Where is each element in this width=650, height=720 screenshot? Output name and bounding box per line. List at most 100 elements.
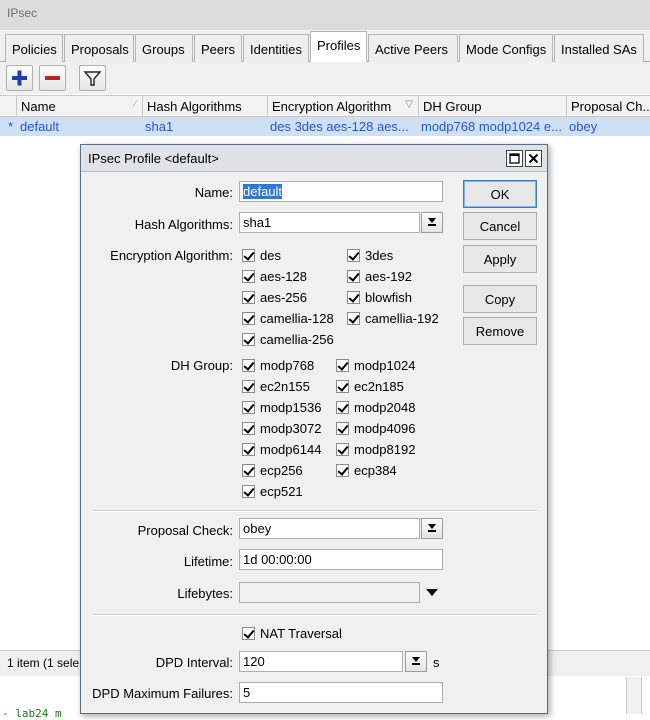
tab-peers[interactable]: Peers (194, 34, 242, 62)
check-icon (242, 443, 255, 456)
row-dh-group: modp768 modp1024 e... (421, 119, 562, 134)
name-label: Name: (194, 185, 233, 200)
check-icon (347, 249, 360, 262)
dpd-interval-value: 120 (243, 654, 265, 669)
hash-algorithms-select[interactable]: sha1 (239, 212, 420, 233)
proposal-check-value: obey (243, 521, 272, 536)
toolbar (0, 62, 650, 94)
check-icon (242, 422, 255, 435)
default-marker: * (8, 119, 14, 134)
chevron-down-icon (428, 524, 436, 529)
table-header: Name ⁄ Hash Algorithms Encryption Algori… (0, 95, 650, 117)
hash-dropdown-button[interactable] (421, 212, 443, 233)
row-name: default (20, 119, 60, 134)
add-button[interactable] (6, 65, 33, 91)
minus-icon (45, 76, 60, 80)
column-proposal-check[interactable]: Proposal Ch... (566, 96, 650, 117)
tab-installed-sas[interactable]: Installed SAs (554, 34, 644, 62)
proposal-check-select[interactable]: obey (239, 518, 420, 539)
dpd-interval-dropdown-button[interactable] (405, 651, 427, 672)
check-icon (242, 627, 255, 640)
tab-proposals[interactable]: Proposals (64, 34, 134, 62)
column-dh-group[interactable]: DH Group (418, 96, 566, 117)
row-hash: sha1 (145, 119, 174, 134)
copy-button[interactable]: Copy (463, 285, 537, 313)
dialog-title: IPsec Profile <default> (88, 151, 219, 166)
table-row[interactable]: * default sha1 des 3des aes-128 aes... m… (0, 117, 650, 136)
check-icon (242, 312, 255, 325)
filter-button[interactable] (79, 65, 106, 91)
column-name-label: Name (21, 99, 56, 114)
chevron-down-icon (412, 657, 420, 662)
check-icon (336, 443, 349, 456)
column-encryption-label: Encryption Algorithm (272, 99, 392, 114)
tab-profiles[interactable]: Profiles (310, 31, 367, 63)
check-icon (336, 401, 349, 414)
encryption-algorithm-label: Encryption Algorithm: (110, 248, 233, 263)
dh-group-label: DH Group: (170, 358, 233, 373)
ok-button[interactable]: OK (463, 180, 537, 208)
check-icon (242, 485, 255, 498)
name-input[interactable]: default (239, 181, 443, 202)
row-encryption: des 3des aes-128 aes... (270, 119, 409, 134)
status-text: 1 item (1 sele (7, 656, 80, 670)
row-proposal-check: obey (569, 119, 598, 134)
tab-active-peers[interactable]: Active Peers (368, 34, 458, 62)
lifetime-input[interactable]: 1d 00:00:00 (239, 549, 443, 570)
apply-button[interactable]: Apply (463, 245, 537, 273)
tab-groups[interactable]: Groups (135, 34, 193, 62)
check-icon (242, 333, 255, 346)
cancel-button[interactable]: Cancel (463, 212, 537, 240)
plus-icon (12, 70, 27, 86)
column-encryption[interactable]: Encryption Algorithm ▽ (267, 96, 418, 117)
check-icon (242, 401, 255, 414)
dpd-max-failures-input[interactable]: 5 (239, 682, 443, 703)
dialog-title-bar[interactable]: IPsec Profile <default> (81, 145, 547, 172)
check-icon (242, 464, 255, 477)
ipsec-profile-dialog: IPsec Profile <default> Name: default Ha… (80, 144, 548, 714)
check-icon (347, 291, 360, 304)
dpd-interval-unit: s (433, 655, 440, 670)
chevron-down-icon (428, 218, 436, 223)
lifebytes-label: Lifebytes: (177, 586, 233, 601)
column-name[interactable]: Name ⁄ (16, 96, 142, 117)
column-hash[interactable]: Hash Algorithms (142, 96, 267, 117)
sort-down-icon: ▽ (405, 99, 413, 110)
lifebytes-input[interactable] (239, 582, 420, 603)
tab-bar: Policies Proposals Groups Peers Identiti… (0, 30, 650, 63)
tab-mode-configs[interactable]: Mode Configs (459, 34, 553, 62)
check-icon (242, 291, 255, 304)
lifebytes-expand-arrow-icon[interactable] (426, 589, 438, 596)
divider (93, 510, 537, 512)
close-button[interactable] (525, 150, 542, 167)
dpd-interval-input[interactable]: 120 (239, 651, 403, 672)
remove-button[interactable] (39, 65, 66, 91)
check-icon (242, 380, 255, 393)
check-icon (242, 249, 255, 262)
dpd-max-failures-value: 5 (243, 685, 251, 700)
hash-algorithms-value: sha1 (243, 215, 272, 230)
check-icon (336, 380, 349, 393)
check-icon (347, 312, 360, 325)
check-icon (336, 464, 349, 477)
lifetime-label: Lifetime: (183, 554, 233, 569)
tab-identities[interactable]: Identities (243, 34, 309, 62)
lifetime-value: 1d 00:00:00 (243, 552, 312, 567)
maximize-button[interactable] (506, 150, 523, 167)
sort-icon: ⁄ (134, 99, 136, 110)
dpd-interval-label: DPD Interval: (155, 655, 233, 670)
check-icon (336, 422, 349, 435)
close-icon (528, 153, 539, 164)
check-icon (347, 270, 360, 283)
tab-policies[interactable]: Policies (5, 34, 63, 62)
name-value: default (243, 184, 283, 199)
divider (93, 614, 537, 616)
maximize-icon (509, 153, 520, 164)
remove-profile-button[interactable]: Remove (463, 317, 537, 345)
proposal-check-dropdown-button[interactable] (421, 518, 443, 539)
vertical-scrollbar[interactable] (626, 677, 642, 714)
window-title: IPsec (0, 0, 650, 30)
filter-icon (83, 71, 102, 86)
check-icon (336, 359, 349, 372)
hash-algorithms-label: Hash Algorithms: (134, 217, 233, 232)
